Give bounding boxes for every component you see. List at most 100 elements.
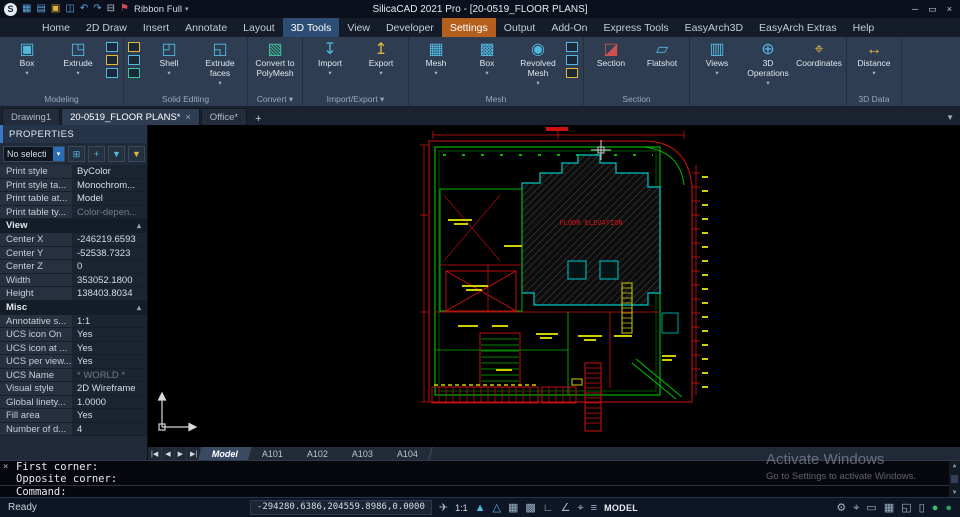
chevron-down-icon[interactable]: ▾ (53, 147, 64, 161)
scrollbar-thumb[interactable] (951, 475, 958, 483)
model-space-toggle[interactable]: MODEL (604, 503, 638, 513)
property-value[interactable]: 353052.1800 (72, 273, 147, 286)
status-info-icon[interactable]: ● (945, 499, 952, 517)
property-value[interactable]: * WORLD * (72, 368, 147, 381)
layout-nav-button-1[interactable]: ◀ (162, 447, 175, 460)
ribbon-tab-add-on[interactable]: Add-On (543, 18, 595, 37)
property-value[interactable]: ByColor (72, 165, 147, 178)
filter-icon[interactable]: ▼ (128, 146, 145, 162)
ribbon-tab-help[interactable]: Help (845, 18, 883, 37)
extrude-button[interactable]: ◳ Extrude ▾ (53, 38, 103, 92)
ribbon-tab-2d-draw[interactable]: 2D Draw (78, 18, 135, 37)
small-tool-icon[interactable] (128, 68, 140, 78)
crosshair-icon[interactable]: ⌖ (853, 499, 859, 517)
grid-icon[interactable]: ▦ (508, 499, 518, 517)
layout-tab-a104[interactable]: A104 (383, 447, 434, 460)
property-value[interactable]: -52538.7323 (72, 246, 147, 259)
ribbon-tab-3d-tools[interactable]: 3D Tools (282, 18, 340, 37)
property-value[interactable]: Yes (72, 355, 147, 368)
small-tool-icon[interactable] (106, 68, 118, 78)
flag-icon[interactable]: ⚑ (120, 0, 129, 18)
properties-panel-header[interactable]: PROPERTIES (0, 125, 147, 143)
lineweight-icon[interactable]: ≡ (591, 499, 597, 517)
property-value[interactable]: Color-depen... (72, 205, 147, 218)
small-tool-icon[interactable] (106, 55, 118, 65)
box-button[interactable]: ▣ Box ▾ (2, 38, 52, 92)
small-tool-icon[interactable] (128, 42, 140, 52)
ribbon-tab-easyarch3d[interactable]: EasyArch3D (677, 18, 751, 37)
property-value[interactable]: 2D Wireframe (72, 382, 147, 395)
document-tab-20-0519-floor-plans[interactable]: 20-0519_FLOOR PLANS* × (61, 108, 200, 125)
ribbon-group-label[interactable]: Import/Export ▾ (305, 93, 406, 106)
flatshot-button[interactable]: ▱ Flatshot (637, 38, 687, 92)
small-tool-icon[interactable] (566, 68, 578, 78)
ribbon-tab-annotate[interactable]: Annotate (177, 18, 235, 37)
layout-nav-button-0[interactable]: |◀ (148, 447, 163, 460)
command-scrollbar[interactable]: ▲ ▼ (949, 461, 960, 497)
ribbon-tab-layout[interactable]: Layout (235, 18, 283, 37)
menu-grid-icon[interactable]: ▦ (22, 0, 31, 18)
layout-tab-model[interactable]: Model (198, 447, 254, 460)
snap-icon[interactable]: ▩ (525, 499, 535, 517)
mesh-box-button[interactable]: ▩ Box ▾ (462, 38, 512, 92)
close-button[interactable]: × (947, 4, 952, 15)
open-folder-icon[interactable]: ▣ (51, 0, 60, 18)
layout-nav-button-2[interactable]: ▶ (175, 447, 187, 460)
shell-button[interactable]: ◰ Shell ▾ (144, 38, 194, 92)
3d-operations-button[interactable]: ⊕ 3D Operations ▾ (743, 38, 793, 92)
battery-icon[interactable]: ▯ (919, 499, 925, 517)
ortho-icon[interactable]: ∟ (543, 499, 554, 517)
add-selection-icon[interactable]: + (88, 146, 105, 162)
display-icon[interactable]: ▭ (866, 499, 876, 517)
undo-icon[interactable]: ↶ (80, 0, 88, 18)
property-value[interactable]: 138403.8034 (72, 287, 147, 300)
scroll-up-icon[interactable]: ▲ (953, 462, 957, 469)
property-value[interactable]: Yes (72, 409, 147, 422)
small-tool-icon[interactable] (566, 42, 578, 52)
distance-button[interactable]: ↔ Distance ▾ (849, 38, 899, 92)
collapse-icon[interactable]: ▴ (137, 219, 141, 233)
new-file-icon[interactable]: ▤ (36, 0, 45, 18)
ribbon-tab-home[interactable]: Home (34, 18, 78, 37)
gear-icon[interactable]: ⚙ (836, 499, 846, 517)
property-value[interactable]: Yes (72, 341, 147, 354)
redo-icon[interactable]: ↷ (93, 0, 101, 18)
property-value[interactable]: -246219.6593 (72, 233, 147, 246)
mesh-button[interactable]: ▦ Mesh ▾ (411, 38, 461, 92)
app-logo-icon[interactable]: S (4, 2, 17, 16)
scroll-down-icon[interactable]: ▼ (953, 489, 957, 496)
props-section-misc[interactable]: Misc ▴ (0, 300, 147, 315)
clean-screen-icon[interactable]: ◱ (901, 499, 911, 517)
plane-icon[interactable]: ✈ (439, 499, 448, 517)
layout-tab-a102[interactable]: A102 (293, 447, 344, 460)
command-input[interactable]: Command: (0, 485, 960, 498)
small-tool-icon[interactable] (566, 55, 578, 65)
property-value[interactable]: 1:1 (72, 314, 147, 327)
selection-filter-dropdown[interactable]: No selecti ▾ (3, 146, 65, 162)
ribbon-tab-view[interactable]: View (339, 18, 378, 37)
views-button[interactable]: ▥ Views ▾ (692, 38, 742, 92)
close-icon[interactable]: × (3, 462, 8, 472)
ribbon-tab-easyarch-extras[interactable]: EasyArch Extras (751, 18, 845, 37)
tab-scroll-button[interactable]: ▼ (946, 113, 960, 125)
section-button[interactable]: ◪ Section (586, 38, 636, 92)
layout-tab-a101[interactable]: A101 (248, 447, 299, 460)
select-objects-icon[interactable]: ⊞ (68, 146, 85, 162)
minimize-button[interactable]: ─ (912, 4, 918, 15)
small-tool-icon[interactable] (128, 55, 140, 65)
layout-tab-a103[interactable]: A103 (338, 447, 389, 460)
revolved-mesh-button[interactable]: ◉ Revolved Mesh ▾ (513, 38, 563, 92)
ribbon-tab-output[interactable]: Output (496, 18, 544, 37)
command-line-panel[interactable]: × First corner: Opposite corner: Command… (0, 460, 960, 498)
small-tool-icon[interactable] (106, 42, 118, 52)
property-value[interactable]: 0 (72, 260, 147, 273)
convert-to-polymesh-button[interactable]: ▧ Convert to PolyMesh (250, 38, 300, 92)
coordinate-readout[interactable]: -294280.6386,204559.8986,0.0000 (249, 500, 432, 515)
new-tab-button[interactable]: + (248, 113, 268, 125)
floor-plan-drawing[interactable]: FLOOR ELEVATION (148, 125, 960, 447)
restore-button[interactable]: ▭ (928, 4, 937, 15)
ribbon-tab-developer[interactable]: Developer (378, 18, 442, 37)
collapse-icon[interactable]: ▴ (137, 301, 141, 315)
property-value[interactable]: 1.0000 (72, 395, 147, 408)
annotation-icon[interactable]: ▲ (475, 499, 486, 517)
